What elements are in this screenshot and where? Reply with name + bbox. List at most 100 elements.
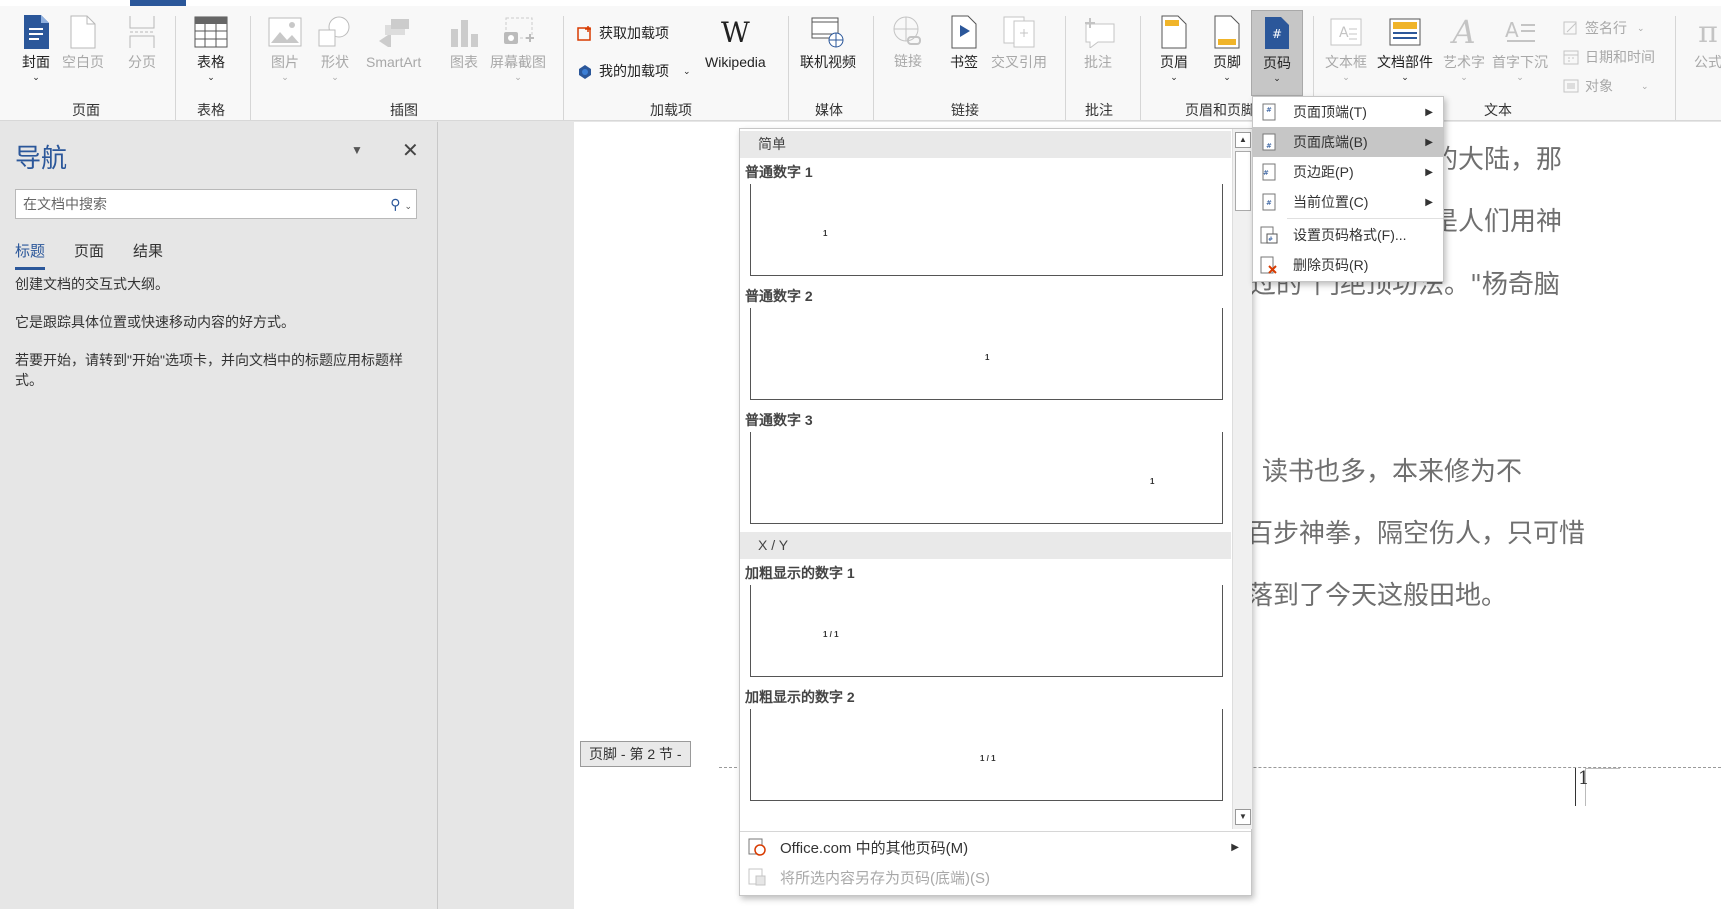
group-separator xyxy=(788,16,789,120)
signature-line-button[interactable]: 签名行 ⌄ xyxy=(1562,18,1645,38)
cover-button[interactable]: 封面 ⌄ xyxy=(18,14,54,82)
quick-parts-label: 文档部件 xyxy=(1377,54,1433,70)
group-label-addins: 加载项 xyxy=(650,102,692,118)
menu-item-format-page-numbers[interactable]: # 设置页码格式(F)... xyxy=(1253,220,1443,250)
picture-button[interactable]: 图片 ⌄ xyxy=(267,14,303,82)
quick-parts-button[interactable]: 文档部件 ⌄ xyxy=(1377,14,1433,82)
chevron-down-icon: ⌄ xyxy=(1342,72,1350,82)
equation-button[interactable]: π 公式 xyxy=(1690,14,1721,71)
gallery-item-plain-number-1[interactable]: 1 xyxy=(750,184,1223,276)
my-addins-button[interactable]: 我的加载项 ⌄ xyxy=(576,61,691,81)
menu-item-current-position[interactable]: # 当前位置(C) ▶ xyxy=(1253,187,1443,217)
scroll-thumb[interactable] xyxy=(1235,151,1251,211)
svg-text:#: # xyxy=(1266,199,1272,207)
bookmark-button[interactable]: 书签 xyxy=(946,14,982,70)
menu-item-top-of-page[interactable]: # 页面顶端(T) ▶ xyxy=(1253,97,1443,127)
group-label-comments: 批注 xyxy=(1085,102,1113,118)
screenshot-button[interactable]: 屏幕截图 ⌄ xyxy=(490,14,546,82)
gallery-list: 简单 普通数字 1 1 普通数字 2 1 普通数字 3 1 X / Y 加粗显示… xyxy=(740,129,1231,829)
page-break-button[interactable]: 分页 xyxy=(124,14,160,70)
wikipedia-icon: W xyxy=(720,15,750,49)
datetime-button[interactable]: 日期和时间 xyxy=(1562,47,1655,67)
document-text-line: 落到了今天这般田地。 xyxy=(1247,581,1508,611)
chevron-down-icon: ⌄ xyxy=(1516,72,1524,82)
svg-text:A: A xyxy=(1339,25,1349,41)
more-page-numbers-office-com[interactable]: Office.com 中的其他页码(M) ▶ xyxy=(740,832,1251,862)
chevron-down-icon: ⌄ xyxy=(1641,80,1649,91)
page-number-label: 页码 xyxy=(1263,55,1291,71)
menu-item-remove-page-numbers[interactable]: 删除页码(R) xyxy=(1253,250,1443,280)
table-label: 表格 xyxy=(197,54,225,70)
search-icon[interactable]: ⚲ ⌄ xyxy=(390,190,412,220)
quick-parts-icon xyxy=(1387,14,1423,50)
scroll-down-icon[interactable]: ▼ xyxy=(1235,809,1251,825)
object-button[interactable]: 对象 ⌄ xyxy=(1562,76,1649,96)
gallery-item-bold-number-2[interactable]: 1 / 1 xyxy=(750,709,1223,801)
chevron-down-icon: ⌄ xyxy=(1223,72,1231,82)
chevron-down-icon: ⌄ xyxy=(683,65,691,76)
comment-button[interactable]: 批注 xyxy=(1080,14,1116,70)
online-video-button[interactable]: 联机视频 xyxy=(800,14,856,70)
nav-tabs: 标题 页面 结果 xyxy=(15,240,163,270)
format-page-number-icon: # xyxy=(1259,225,1279,245)
chevron-down-icon: ⌄ xyxy=(514,72,522,82)
nav-help-text: 若要开始，请转到"开始"选项卡，并向文档中的标题应用标题样式。 xyxy=(15,352,403,388)
document-text-line: 是人们用神 xyxy=(1432,207,1563,237)
addins-icon xyxy=(576,62,594,80)
gallery-item-bold-number-1[interactable]: 1 / 1 xyxy=(750,585,1223,677)
gallery-item-title: 加粗显示的数字 2 xyxy=(745,689,855,705)
tab-pages[interactable]: 页面 xyxy=(74,240,104,270)
save-selection-as-page-number[interactable]: 将所选内容另存为页码(底端)(S) xyxy=(740,862,1251,892)
drop-cap-button[interactable]: A 首字下沉 ⌄ xyxy=(1492,14,1548,82)
table-button[interactable]: 表格 ⌄ xyxy=(193,14,229,82)
gallery-scrollbar[interactable]: ▲ ▼ xyxy=(1232,129,1252,829)
footer-page-number[interactable]: 1 xyxy=(1575,768,1589,806)
tab-results[interactable]: 结果 xyxy=(133,240,163,270)
nav-search-input[interactable]: 在文档中搜索 ⚲ ⌄ xyxy=(15,189,417,219)
chevron-down-icon: ⌄ xyxy=(1460,72,1468,82)
textbox-button[interactable]: A 文本框 ⌄ xyxy=(1325,14,1367,82)
gallery-item-plain-number-2[interactable]: 1 xyxy=(750,308,1223,400)
cross-reference-button[interactable]: 交叉引用 xyxy=(991,14,1047,70)
chart-label: 图表 xyxy=(450,54,478,70)
nav-options-dropdown[interactable]: ▼ xyxy=(351,143,363,157)
footer-button[interactable]: 页脚 ⌄ xyxy=(1209,14,1245,82)
footer-icon xyxy=(1209,14,1245,50)
scroll-up-icon[interactable]: ▲ xyxy=(1235,132,1251,148)
signature-line-label: 签名行 xyxy=(1585,20,1627,36)
tab-headings[interactable]: 标题 xyxy=(15,240,46,270)
link-icon xyxy=(890,14,926,50)
menu-item-page-margins[interactable]: # 页边距(P) ▶ xyxy=(1253,157,1443,187)
page-number-menu: # 页面顶端(T) ▶ # 页面底端(B) ▶ # 页边距(P) ▶ # 当前位… xyxy=(1252,96,1444,282)
online-video-label: 联机视频 xyxy=(800,54,856,70)
link-button[interactable]: 链接 xyxy=(890,14,926,69)
sample-number: 1 / 1 xyxy=(823,630,839,639)
wikipedia-button[interactable]: W Wikipedia xyxy=(705,14,766,71)
current-position-icon: # xyxy=(1259,192,1279,212)
group-label-text: 文本 xyxy=(1484,102,1512,118)
group-label-tables: 表格 xyxy=(197,102,225,118)
wordart-button[interactable]: A 艺术字 ⌄ xyxy=(1443,13,1485,82)
gallery-item-plain-number-3[interactable]: 1 xyxy=(750,432,1223,524)
close-icon[interactable]: ✕ xyxy=(402,138,419,163)
footer-section-tag: 页脚 - 第 2 节 - xyxy=(580,741,691,767)
header-button[interactable]: 页眉 ⌄ xyxy=(1156,14,1192,82)
group-label-pages: 页面 xyxy=(72,102,100,118)
shapes-button[interactable]: 形状 ⌄ xyxy=(317,14,353,82)
chevron-right-icon: ▶ xyxy=(1425,196,1433,208)
chart-button[interactable]: 图表 xyxy=(446,14,482,70)
save-selection-label: 将所选内容另存为页码(底端)(S) xyxy=(780,869,990,887)
blank-page-label: 空白页 xyxy=(62,54,104,70)
wordart-label: 艺术字 xyxy=(1443,54,1485,70)
smartart-button[interactable]: SmartArt xyxy=(366,14,421,70)
menu-item-label: 页边距(P) xyxy=(1293,164,1354,180)
shapes-label: 形状 xyxy=(321,54,349,70)
get-addins-button[interactable]: 获取加载项 xyxy=(576,23,669,43)
menu-item-bottom-of-page[interactable]: # 页面底端(B) ▶ xyxy=(1253,127,1443,157)
blank-page-button[interactable]: 空白页 xyxy=(62,14,104,70)
sample-number: 1 xyxy=(823,229,828,238)
svg-text:#: # xyxy=(1268,236,1273,243)
svg-text:#: # xyxy=(1266,106,1272,114)
page-number-button[interactable]: # 页码 ⌄ xyxy=(1251,10,1303,96)
svg-text:#: # xyxy=(1272,27,1282,41)
